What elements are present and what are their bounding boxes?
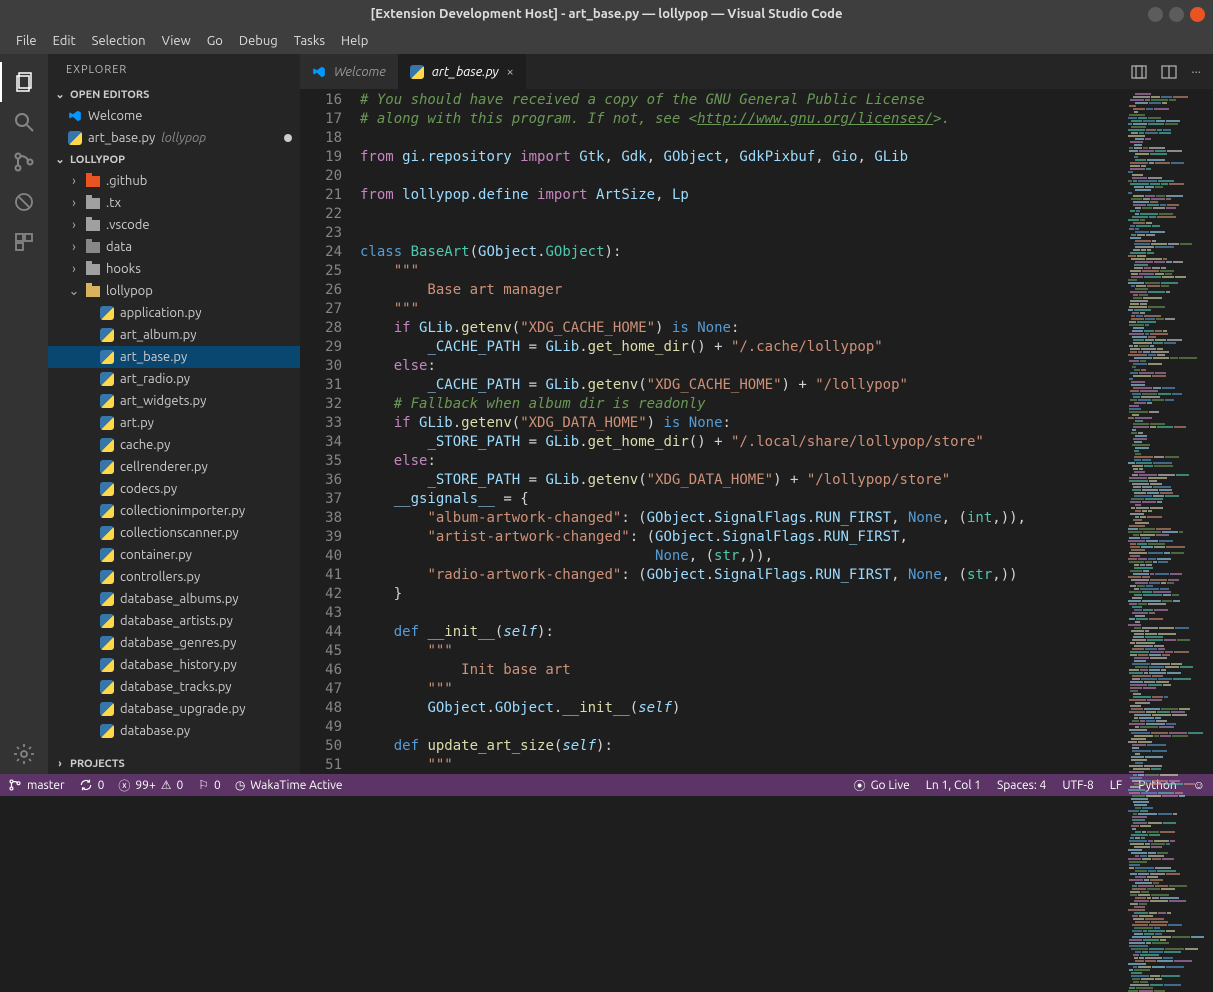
wakatime-item[interactable]: ◷WakaTime Active <box>235 778 343 792</box>
projects-header[interactable]: › PROJECTS <box>48 754 300 774</box>
file-item[interactable]: collectionscanner.py <box>48 522 300 544</box>
folder-item[interactable]: ⌄lollypop <box>48 280 300 302</box>
file-item[interactable]: database_tracks.py <box>48 676 300 698</box>
minimap[interactable] <box>1123 89 1213 774</box>
file-item[interactable]: codecs.py <box>48 478 300 500</box>
explorer-icon[interactable] <box>0 62 48 102</box>
folder-item[interactable]: ›.tx <box>48 192 300 214</box>
editor-column: Welcomeart_base.py× ··· 1617181920212223… <box>300 54 1213 774</box>
sidebar-title: EXPLORER <box>48 54 300 84</box>
menu-debug[interactable]: Debug <box>233 31 284 51</box>
menu-tasks[interactable]: Tasks <box>288 31 331 51</box>
folder-item[interactable]: ›.github <box>48 170 300 192</box>
sidebar-explorer: EXPLORER ⌄ OPEN EDITORS Welcomeart_base.… <box>48 54 300 774</box>
menubar[interactable]: FileEditSelectionViewGoDebugTasksHelp <box>0 28 1213 54</box>
search-icon[interactable] <box>0 102 48 142</box>
open-editors-list: Welcomeart_base.pylollypop <box>48 105 300 149</box>
layout-icon[interactable] <box>1161 64 1177 80</box>
file-item[interactable]: cellrenderer.py <box>48 456 300 478</box>
menu-go[interactable]: Go <box>201 31 229 51</box>
window-title: [Extension Development Host] - art_base.… <box>371 7 843 21</box>
editor-tab[interactable]: Welcome <box>300 54 398 89</box>
eol-item[interactable]: LF <box>1110 779 1122 792</box>
chevron-right-icon: › <box>54 758 66 770</box>
file-item[interactable]: database_history.py <box>48 654 300 676</box>
debug-icon[interactable] <box>0 182 48 222</box>
file-item[interactable]: art_radio.py <box>48 368 300 390</box>
menu-view[interactable]: View <box>156 31 197 51</box>
file-item[interactable]: database_upgrade.py <box>48 698 300 720</box>
file-item[interactable]: database_albums.py <box>48 588 300 610</box>
folder-item[interactable]: ›data <box>48 236 300 258</box>
code-content[interactable]: # You should have received a copy of the… <box>360 89 1213 774</box>
file-item[interactable]: database_genres.py <box>48 632 300 654</box>
menu-selection[interactable]: Selection <box>86 31 152 51</box>
file-item[interactable]: art_album.py <box>48 324 300 346</box>
file-item[interactable]: cache.py <box>48 434 300 456</box>
cursor-position[interactable]: Ln 1, Col 1 <box>926 779 981 792</box>
minimize-button[interactable] <box>1148 7 1163 22</box>
file-item[interactable]: application.py <box>48 302 300 324</box>
git-branch-item[interactable]: master <box>8 778 65 792</box>
source-control-icon[interactable] <box>0 142 48 182</box>
close-button[interactable] <box>1190 7 1205 22</box>
file-item[interactable]: controllers.py <box>48 566 300 588</box>
menu-help[interactable]: Help <box>335 31 374 51</box>
extensions-icon[interactable] <box>0 222 48 262</box>
file-tree: ›.github›.tx›.vscode›data›hooks⌄lollypop… <box>48 170 300 754</box>
close-tab-icon[interactable]: × <box>507 65 514 79</box>
workspace-header[interactable]: ⌄ LOLLYPOP <box>48 149 300 170</box>
file-item[interactable]: art_widgets.py <box>48 390 300 412</box>
maximize-button[interactable] <box>1169 7 1184 22</box>
golive-item[interactable]: ⦿Go Live <box>854 777 910 794</box>
file-item[interactable]: art_base.py <box>48 346 300 368</box>
file-item[interactable]: art.py <box>48 412 300 434</box>
file-item[interactable]: database_artists.py <box>48 610 300 632</box>
more-actions-icon[interactable]: ··· <box>1191 65 1201 79</box>
encoding-item[interactable]: UTF-8 <box>1062 779 1093 792</box>
window-titlebar: [Extension Development Host] - art_base.… <box>0 0 1213 28</box>
menu-edit[interactable]: Edit <box>47 31 82 51</box>
file-item[interactable]: container.py <box>48 544 300 566</box>
folder-item[interactable]: ›.vscode <box>48 214 300 236</box>
chevron-down-icon: ⌄ <box>54 88 66 101</box>
menu-file[interactable]: File <box>10 31 43 51</box>
sync-item[interactable]: 0 <box>79 778 105 792</box>
split-editor-icon[interactable] <box>1131 64 1147 80</box>
problems-item[interactable]: ⓧ99+ ⚠0 ⚐0 <box>118 777 220 794</box>
open-editor-item[interactable]: art_base.pylollypop <box>48 127 300 149</box>
open-editor-item[interactable]: Welcome <box>48 105 300 127</box>
line-gutter: 1617181920212223242526272829303132333435… <box>300 89 360 774</box>
editor-tabbar: Welcomeart_base.py× ··· <box>300 54 1213 89</box>
indentation-item[interactable]: Spaces: 4 <box>997 779 1046 792</box>
file-item[interactable]: collectionimporter.py <box>48 500 300 522</box>
open-editors-header[interactable]: ⌄ OPEN EDITORS <box>48 84 300 105</box>
activity-bar <box>0 54 48 774</box>
settings-gear-icon[interactable] <box>0 734 48 774</box>
code-editor[interactable]: 1617181920212223242526272829303132333435… <box>300 89 1213 774</box>
chevron-down-icon: ⌄ <box>54 153 66 166</box>
editor-tab[interactable]: art_base.py× <box>398 54 526 89</box>
file-item[interactable]: database.py <box>48 720 300 742</box>
folder-item[interactable]: ›hooks <box>48 258 300 280</box>
status-bar: master 0 ⓧ99+ ⚠0 ⚐0 ◷WakaTime Active ⦿Go… <box>0 774 1213 796</box>
